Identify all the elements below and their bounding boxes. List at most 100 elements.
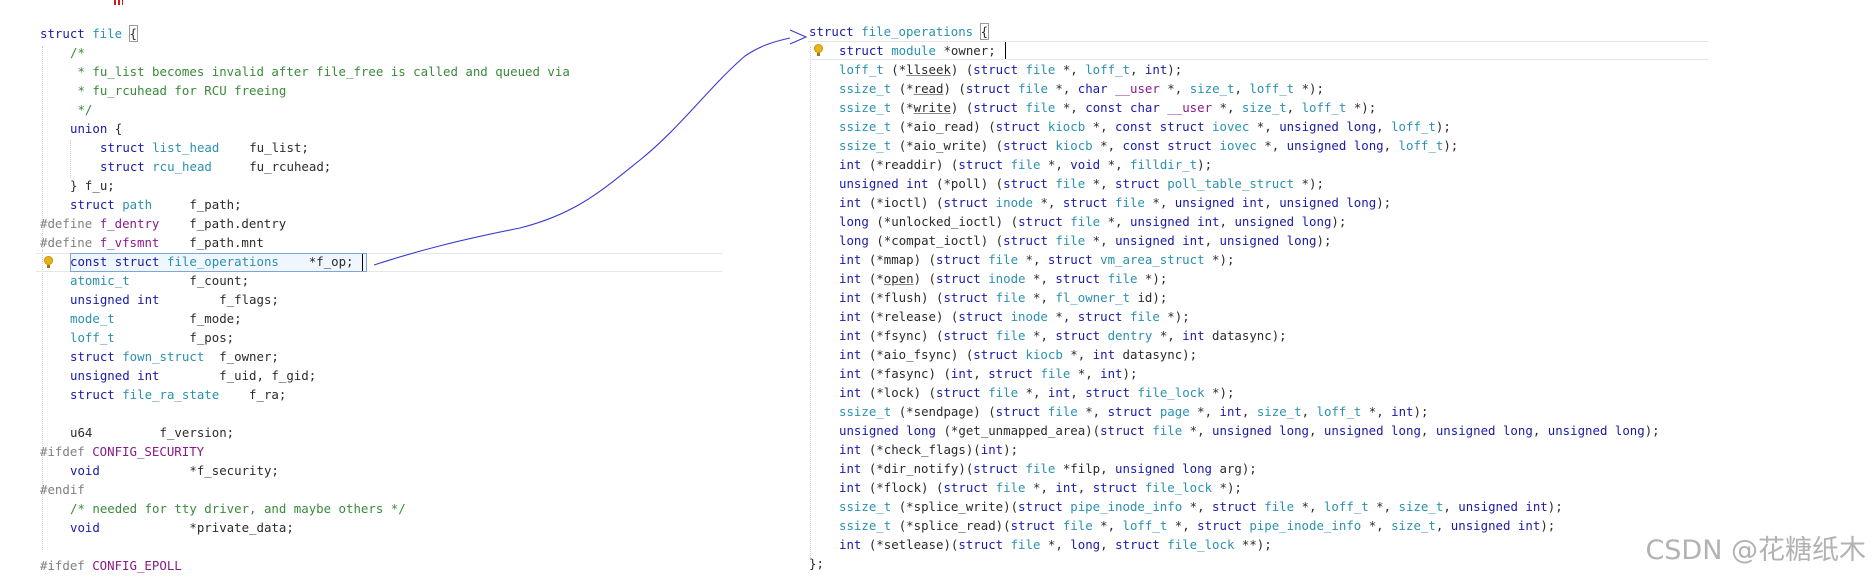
code-line[interactable]: mode_t f_mode; <box>70 309 242 328</box>
code-token: (*aio_write) ( <box>898 138 1004 153</box>
code-line[interactable]: unsigned long (*get_unmapped_area)(struc… <box>839 421 1660 440</box>
code-line[interactable]: struct file { <box>40 24 139 43</box>
code-line[interactable]: ssize_t (*sendpage) (struct file *, stru… <box>839 402 1428 421</box>
code-line[interactable]: struct list_head fu_list; <box>100 138 309 157</box>
code-token: *); <box>1301 176 1324 191</box>
code-token: *); <box>1144 271 1168 286</box>
code-token: file <box>1025 461 1063 476</box>
code-line[interactable]: int (*flush) (struct file *, fl_owner_t … <box>839 288 1167 307</box>
code-token: fown_struct <box>122 349 205 364</box>
code-line[interactable]: }; <box>809 554 824 573</box>
code-line[interactable]: atomic_t f_count; <box>70 271 249 290</box>
code-line[interactable]: int (*fasync) (int, struct file *, int); <box>839 364 1137 383</box>
code-line[interactable]: int (*open) (struct inode *, struct file… <box>839 269 1167 288</box>
code-line[interactable]: loff_t (*llseek) (struct file *, loff_t,… <box>839 60 1182 79</box>
code-token: int <box>1047 385 1071 400</box>
code-line[interactable]: */ <box>70 100 92 119</box>
code-token: file <box>1055 233 1093 248</box>
code-token: *, <box>1092 176 1116 191</box>
code-line[interactable]: struct rcu_head fu_rcuhead; <box>100 157 331 176</box>
code-token: struct <box>943 480 996 495</box>
code-token: file_lock <box>1167 537 1242 552</box>
code-line[interactable]: #define f_vfsmnt f_path.mnt <box>40 233 264 252</box>
code-token: unsigned int <box>1450 518 1541 533</box>
code-line[interactable]: loff_t f_pos; <box>70 328 234 347</box>
code-token: atomic_t <box>70 273 130 288</box>
code-line[interactable]: long (*unlocked_ioctl) (struct file *, u… <box>839 212 1346 231</box>
code-line[interactable]: int (*check_flags)(int); <box>839 440 1018 459</box>
code-line[interactable]: * fu_list becomes invalid after file_fre… <box>70 62 569 81</box>
code-line[interactable]: unsigned int (*poll) (struct file *, str… <box>839 174 1324 193</box>
code-line[interactable]: struct fown_struct f_owner; <box>70 347 279 366</box>
code-line[interactable]: struct module *owner; <box>839 41 996 60</box>
code-token: ) ( <box>950 100 974 115</box>
code-token: char <box>1077 81 1116 96</box>
code-line[interactable]: } f_u; <box>70 176 115 195</box>
code-line[interactable]: struct file_operations { <box>809 22 990 41</box>
code-token: module <box>891 43 944 58</box>
code-token: struct <box>958 537 1011 552</box>
code-token: unsigned int <box>1458 499 1548 514</box>
code-token: struct <box>1010 518 1063 533</box>
code-token: loff_t <box>1316 404 1369 419</box>
code-line[interactable]: /* needed for tty driver, and maybe othe… <box>70 499 406 518</box>
code-line[interactable]: int (*release) (struct inode *, struct f… <box>839 307 1190 326</box>
code-token: ssize_t <box>839 119 899 134</box>
code-line[interactable]: struct path f_path; <box>70 195 242 214</box>
code-line[interactable]: int (*flock) (struct file *, int, struct… <box>839 478 1242 497</box>
code-line[interactable]: u64 f_version; <box>70 423 234 442</box>
code-line[interactable]: ssize_t (*read) (struct file *, char __u… <box>839 79 1324 98</box>
code-line[interactable]: #define f_dentry f_path.dentry <box>40 214 286 233</box>
code-line[interactable]: ssize_t (*aio_read) (struct kiocb *, con… <box>839 117 1451 136</box>
lightbulb-icon[interactable] <box>814 44 823 56</box>
code-token: #ifdef <box>40 444 93 459</box>
code-token: struct <box>1062 195 1116 210</box>
code-token: unsigned int <box>1129 214 1220 229</box>
code-token: loff_t <box>1122 518 1175 533</box>
code-token: inode <box>995 195 1041 210</box>
code-line[interactable]: void *private_data; <box>70 518 294 537</box>
code-token: ); <box>1376 195 1392 210</box>
code-line[interactable]: int (*readdir) (struct file *, void *, f… <box>839 155 1212 174</box>
code-token: #ifdef <box>40 558 93 573</box>
lightbulb-icon[interactable] <box>44 256 53 268</box>
code-line[interactable]: int (*ioctl) (struct inode *, struct fil… <box>839 193 1391 212</box>
code-token: iovec <box>1212 119 1257 134</box>
code-line[interactable]: int (*mmap) (struct file *, struct vm_ar… <box>839 250 1234 269</box>
code-line[interactable]: #ifdef CONFIG_EPOLL <box>40 556 182 575</box>
code-line[interactable]: ssize_t (*splice_write)(struct pipe_inod… <box>839 497 1563 516</box>
code-token: ssize_t <box>839 518 899 533</box>
code-line[interactable]: ssize_t (*write) (struct file *, const c… <box>839 98 1376 117</box>
code-token: *, <box>1107 214 1130 229</box>
code-line[interactable]: unsigned int f_uid, f_gid; <box>70 366 316 385</box>
code-token: *, <box>1032 328 1056 343</box>
code-token: (*setlease)( <box>868 537 959 552</box>
code-token: CONFIG_SECURITY <box>92 444 205 459</box>
indent-guide <box>70 140 71 178</box>
code-line[interactable]: ssize_t (*aio_write) (struct kiocb *, co… <box>839 136 1458 155</box>
code-token: (* <box>891 62 907 77</box>
code-line[interactable]: #endif <box>40 480 85 499</box>
code-line[interactable]: int (*aio_fsync) (struct kiocb *, int da… <box>839 345 1197 364</box>
code-line[interactable]: #ifdef CONFIG_SECURITY <box>40 442 204 461</box>
code-line[interactable]: int (*setlease)(struct file *, long, str… <box>839 535 1272 554</box>
code-token: *); <box>1219 480 1242 495</box>
code-line[interactable]: int (*dir_notify)(struct file *filp, uns… <box>839 459 1257 478</box>
code-line[interactable]: union { <box>70 119 122 138</box>
code-line[interactable]: ssize_t (*splice_read)(struct file *, lo… <box>839 516 1555 535</box>
code-line[interactable]: int (*lock) (struct file *, int, struct … <box>839 383 1234 402</box>
code-line[interactable]: int (*fsync) (struct file *, struct dent… <box>839 326 1287 345</box>
code-token: *, <box>1062 100 1086 115</box>
code-line[interactable]: const struct file_operations *f_op; <box>70 252 354 271</box>
code-line[interactable]: unsigned int f_flags; <box>70 290 279 309</box>
code-token: *, <box>1174 518 1198 533</box>
code-token: f_mode; <box>114 311 242 326</box>
code-line[interactable]: * fu_rcuhead for RCU freeing <box>70 81 286 100</box>
code-token: struct <box>1212 499 1265 514</box>
code-token: *); <box>1167 309 1190 324</box>
code-line[interactable]: /* <box>70 43 85 62</box>
code-line[interactable]: long (*compat_ioctl) (struct file *, uns… <box>839 231 1331 250</box>
code-line[interactable]: struct file_ra_state f_ra; <box>70 385 286 404</box>
code-line[interactable]: void *f_security; <box>70 461 279 480</box>
code-token: *owner; <box>943 43 996 58</box>
